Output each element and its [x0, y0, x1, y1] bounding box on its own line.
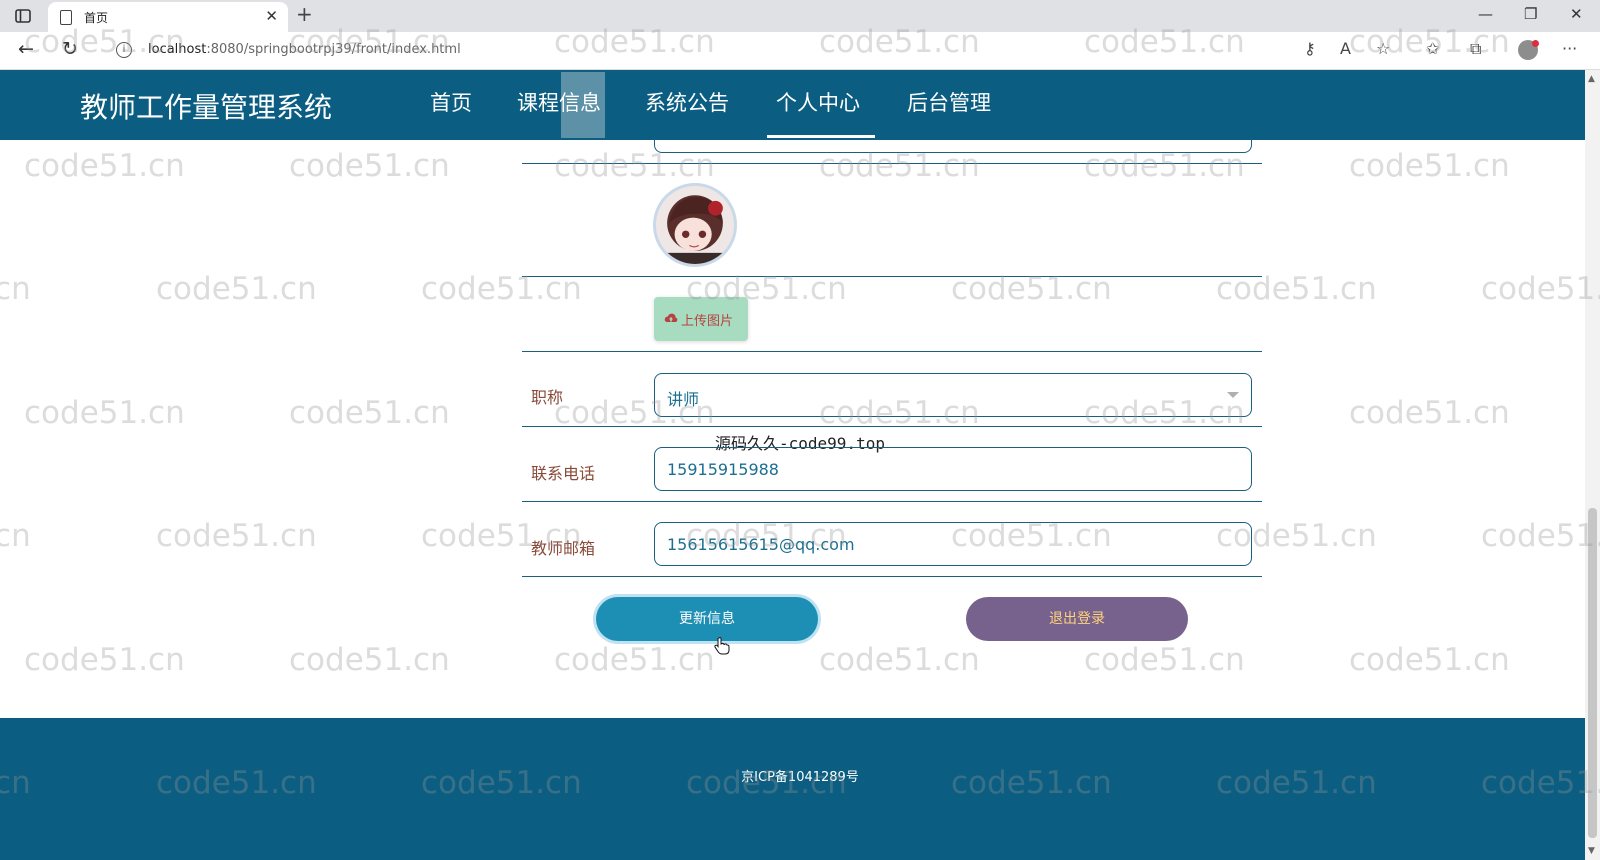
collections-icon[interactable]: ⧉	[1470, 39, 1481, 59]
watermark-text: code51.cn	[289, 642, 450, 678]
watermark-text: code51.cn	[289, 395, 450, 431]
upload-image-button[interactable]: 上传图片	[654, 297, 748, 341]
minimize-icon[interactable]: —	[1478, 5, 1493, 23]
watermark-text: code51.cn	[1349, 395, 1510, 431]
browser-tab[interactable]: 首页 ✕	[48, 2, 288, 32]
watermark-text: code51.cn	[1084, 148, 1245, 184]
watermark-text: code51.cn	[1084, 642, 1245, 678]
site-title: 教师工作量管理系统	[80, 91, 333, 124]
tab-title: 首页	[84, 11, 109, 25]
row-divider	[522, 163, 1262, 164]
nav-personal-center[interactable]: 个人中心	[776, 70, 860, 140]
hand-cursor-icon	[714, 637, 730, 655]
nav-course-info[interactable]: 课程信息	[517, 70, 601, 140]
watermark-text: code51.cn	[0, 271, 31, 307]
site-footer: 京ICP备1041289号	[0, 718, 1585, 860]
avatar	[653, 183, 737, 267]
chevron-down-icon	[1227, 392, 1239, 398]
scroll-up-icon[interactable]: ▲	[1588, 74, 1595, 84]
add-favorite-icon[interactable]: ☆	[1376, 39, 1390, 58]
page-icon	[60, 10, 72, 25]
watermark-text: code51.cn	[819, 148, 980, 184]
title-label: 职称	[531, 388, 564, 407]
address-bar: ← ↻ i localhost:8080/springbootrpj39/fro…	[0, 32, 1600, 70]
restore-icon[interactable]: ❐	[1524, 5, 1537, 23]
watermark-text: code51.cn	[554, 148, 715, 184]
browser-tab-bar: 首页 ✕ + — ❐ ✕	[0, 0, 1600, 32]
scroll-down-icon[interactable]: ▼	[1588, 846, 1595, 856]
watermark-text: code51.cn	[819, 642, 980, 678]
cloud-upload-icon	[664, 313, 678, 322]
url-host: localhost	[148, 42, 207, 57]
watermark-text: code51.cn	[1349, 148, 1510, 184]
row-divider	[522, 351, 1262, 352]
nav-home[interactable]: 首页	[430, 70, 472, 140]
nav-announcements[interactable]: 系统公告	[645, 70, 729, 140]
row-divider	[522, 426, 1262, 427]
icp-record: 京ICP备1041289号	[741, 770, 859, 785]
watermark-text: code51.cn	[1349, 642, 1510, 678]
url-field[interactable]: i localhost:8080/springbootrpj39/front/i…	[102, 37, 1402, 65]
favorites-icon[interactable]: ✩	[1426, 39, 1439, 58]
sidebar-toggle-icon[interactable]	[14, 7, 32, 25]
watermark-text: code51.cn	[24, 395, 185, 431]
watermark-text: code51.cn	[1481, 271, 1600, 307]
read-aloud-icon[interactable]: A	[1340, 39, 1351, 58]
watermark-text: code51.cn	[24, 642, 185, 678]
nav-admin[interactable]: 后台管理	[907, 70, 991, 140]
url-path: :8080/springbootrpj39/front/index.html	[206, 42, 461, 57]
watermark-text: code51.cn	[156, 518, 317, 554]
watermark-text: code51.cn	[1481, 518, 1600, 554]
upload-image-label: 上传图片	[681, 314, 734, 329]
title-select-value: 讲师	[667, 390, 700, 409]
phone-label: 联系电话	[531, 464, 596, 483]
email-input[interactable]: 15615615615@qq.com	[654, 522, 1252, 566]
scroll-thumb[interactable]	[1588, 508, 1597, 838]
row-divider	[522, 501, 1262, 502]
new-tab-icon[interactable]: +	[296, 2, 313, 26]
notification-dot-icon	[1532, 40, 1539, 47]
reload-icon[interactable]: ↻	[62, 38, 78, 60]
close-tab-icon[interactable]: ✕	[265, 7, 278, 25]
phone-input[interactable]: 15915915988	[654, 447, 1252, 491]
watermark-text: code51.cn	[24, 148, 185, 184]
watermark-text: code51.cn	[289, 148, 450, 184]
title-select[interactable]: 讲师	[654, 373, 1252, 417]
more-options-icon[interactable]: ···	[1562, 39, 1577, 58]
back-icon[interactable]: ←	[18, 38, 34, 60]
url-text: localhost:8080/springbootrpj39/front/ind…	[148, 42, 461, 57]
previous-field-input[interactable]	[654, 137, 1252, 153]
window-close-icon[interactable]: ✕	[1570, 5, 1583, 23]
update-info-button[interactable]: 更新信息	[596, 597, 818, 641]
phone-input-value: 15915915988	[667, 460, 779, 479]
page-scrollbar[interactable]: ▲ ▼	[1585, 70, 1600, 860]
avatar-image	[656, 186, 734, 264]
site-info-icon[interactable]: i	[116, 42, 132, 58]
watermark-text: code51.cn	[156, 271, 317, 307]
row-divider	[522, 276, 1262, 277]
watermark-text: code51.cn	[0, 518, 31, 554]
email-input-value: 15615615615@qq.com	[667, 535, 855, 554]
key-icon[interactable]: ⚷	[1304, 39, 1316, 58]
email-label: 教师邮箱	[531, 539, 596, 558]
logout-button[interactable]: 退出登录	[966, 597, 1188, 641]
watermark-text: code51.cn	[554, 642, 715, 678]
row-divider	[522, 576, 1262, 577]
